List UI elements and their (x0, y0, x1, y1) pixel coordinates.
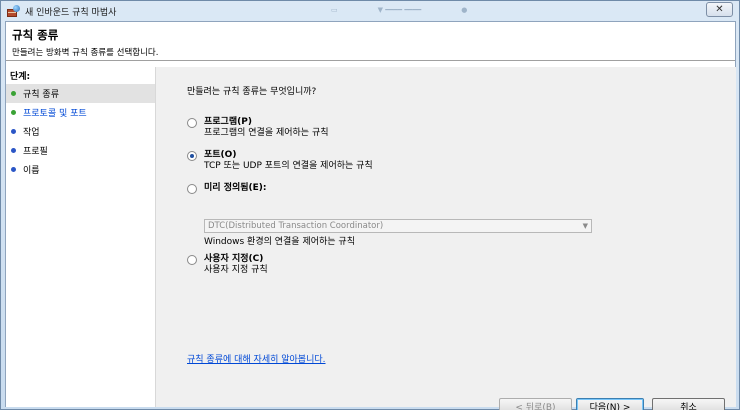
step-label: 이름 (23, 166, 40, 176)
next-button[interactable]: 다음(N) > (576, 398, 644, 410)
step-protocol-ports[interactable]: 프로토콜 및 포트 (6, 103, 155, 122)
title-bar[interactable]: 새 인바운드 규칙 마법사 ▭ ▼ ━━━━ ━━━━ ● ✕ (1, 1, 739, 21)
wizard-window: 새 인바운드 규칙 마법사 ▭ ▼ ━━━━ ━━━━ ● ✕ 규칙 종류 만들려는… (0, 0, 740, 410)
option-label: 프로그램(P) (204, 117, 252, 127)
step-status-icon (11, 110, 16, 115)
select-value: DTC(Distributed Transaction Coordinator) (208, 221, 384, 231)
step-label: 규칙 종류 (23, 90, 59, 100)
option-label: 미리 정의됨(E): (204, 183, 267, 193)
radio-program[interactable] (187, 118, 197, 128)
step-action: 작업 (6, 122, 155, 141)
step-label[interactable]: 프로토콜 및 포트 (23, 106, 87, 119)
option-description: TCP 또는 UDP 포트의 연결을 제어하는 규칙 (204, 161, 373, 171)
page-subtitle: 만들려는 방화벽 규칙 종류를 선택합니다. (12, 48, 159, 58)
page-title: 규칙 종류 (12, 28, 59, 42)
option-description: 사용자 지정 규칙 (204, 265, 268, 275)
option-program[interactable]: 프로그램(P) 프로그램의 연결을 제어하는 규칙 (187, 117, 329, 139)
predefined-rule-select[interactable]: DTC(Distributed Transaction Coordinator)… (204, 219, 592, 233)
step-name: 이름 (6, 160, 155, 179)
close-button[interactable]: ✕ (706, 2, 733, 17)
step-status-icon (11, 167, 16, 172)
back-button[interactable]: < 뒤로(B) (499, 398, 572, 410)
radio-custom[interactable] (187, 255, 197, 265)
main-panel: 만들려는 규칙 종류는 무엇입니까? 프로그램(P) 프로그램의 연결을 제어하… (156, 67, 736, 410)
option-predefined[interactable]: 미리 정의됨(E): (187, 183, 267, 194)
step-status-icon (11, 129, 16, 134)
steps-title: 단계: (10, 72, 31, 82)
wizard-client-area: 규칙 종류 만들려는 방화벽 규칙 종류를 선택합니다. 단계: 규칙 종류 프… (5, 21, 736, 410)
step-status-icon (11, 148, 16, 153)
option-label: 사용자 지정(C) (204, 254, 264, 264)
chevron-down-icon: ▼ (582, 222, 588, 230)
cancel-button[interactable]: 취소 (652, 398, 725, 410)
step-status-icon (11, 91, 16, 96)
step-profile: 프로필 (6, 141, 155, 160)
option-description: 프로그램의 연결을 제어하는 규칙 (204, 128, 329, 138)
background-window-ghost: ▭ ▼ ━━━━ ━━━━ ● (331, 6, 468, 14)
option-label: 포트(O) (204, 150, 237, 160)
step-rule-type: 규칙 종류 (6, 84, 155, 103)
option-custom[interactable]: 사용자 지정(C) 사용자 지정 규칙 (187, 254, 268, 276)
steps-panel: 단계: 규칙 종류 프로토콜 및 포트 작업 프로필 이름 (6, 67, 156, 407)
firewall-icon (7, 5, 20, 17)
radio-port[interactable] (187, 151, 197, 161)
rule-type-question: 만들려는 규칙 종류는 무엇입니까? (187, 87, 317, 97)
close-icon: ✕ (715, 4, 724, 15)
wizard-header: 규칙 종류 만들려는 방화벽 규칙 종류를 선택합니다. (6, 22, 735, 61)
step-label: 작업 (23, 128, 40, 138)
step-label: 프로필 (23, 147, 48, 157)
predefined-description: Windows 환경의 연결을 제어하는 규칙 (204, 237, 355, 247)
option-port[interactable]: 포트(O) TCP 또는 UDP 포트의 연결을 제어하는 규칙 (187, 150, 373, 172)
learn-more-link[interactable]: 규칙 종류에 대해 자세히 알아봅니다. (187, 352, 326, 365)
radio-predefined[interactable] (187, 184, 197, 194)
window-title: 새 인바운드 규칙 마법사 (25, 7, 117, 18)
